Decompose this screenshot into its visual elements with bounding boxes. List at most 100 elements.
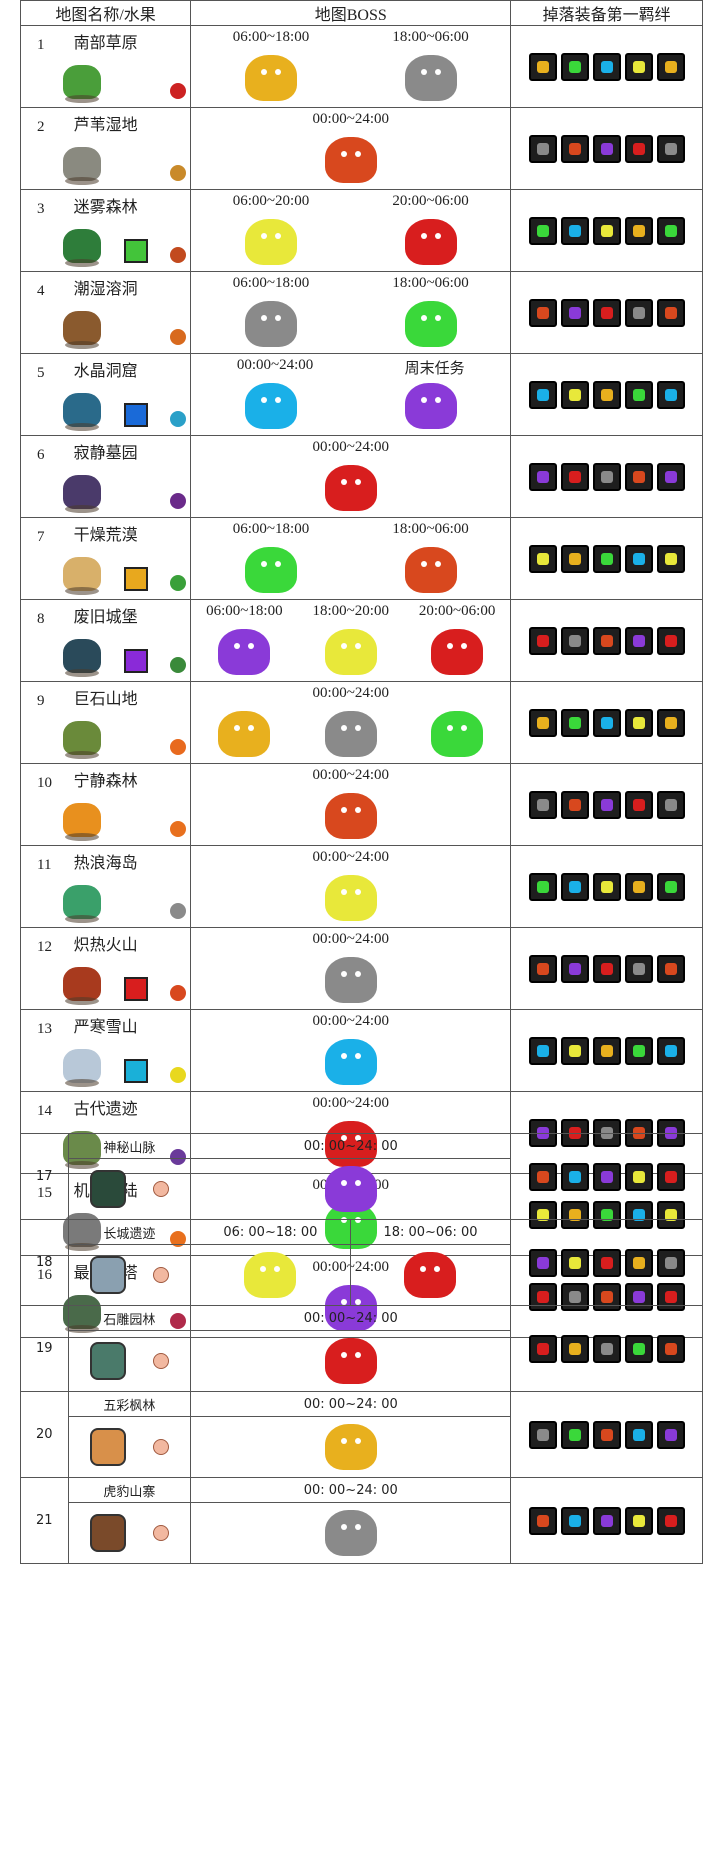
boss-sprites xyxy=(191,137,510,183)
drop-item-icon xyxy=(592,1036,621,1065)
table-row: 芦苇湿地 2 00:00~24:00 xyxy=(19,107,703,190)
table-row: 19 石雕园林 00: 00~24: 00 xyxy=(20,1305,703,1392)
gem-icon xyxy=(123,403,148,427)
map-icons: 6 xyxy=(25,447,187,513)
peach-icon xyxy=(152,1181,169,1197)
boss-sprite-icon xyxy=(404,383,457,429)
map-icons xyxy=(69,1342,191,1380)
drops-cell xyxy=(510,25,703,108)
island-icon xyxy=(63,147,101,185)
boss-sprite-icon xyxy=(218,629,271,675)
boss-sprite-icon xyxy=(404,301,457,347)
fruit-icon xyxy=(170,165,187,181)
boss-sprite-icon xyxy=(431,629,484,675)
boss-times: 00:00~24:00 xyxy=(191,767,510,784)
drop-icons xyxy=(511,790,702,819)
drops-cell xyxy=(510,599,703,682)
drop-item-icon xyxy=(528,872,557,901)
drop-item-icon xyxy=(624,1506,653,1535)
boss-times: 00:00~24:00 xyxy=(191,685,510,702)
house-icon xyxy=(89,1514,126,1552)
fruit-icon xyxy=(170,83,187,99)
table-row: 干燥荒漠 7 06:00~18:00 18:00~06:00 xyxy=(19,517,703,600)
boss-sprite-icon xyxy=(324,957,377,1003)
gem-icon xyxy=(123,567,148,591)
table-row: 巨石山地 9 00:00~24:00 xyxy=(19,681,703,764)
boss-times: 00:00~24:00 xyxy=(191,1095,510,1112)
map-name: 水晶洞窟 xyxy=(73,363,138,380)
row-number: 10 xyxy=(37,775,52,791)
drop-item-icon xyxy=(624,872,653,901)
drops-cell xyxy=(510,845,703,928)
boss-sprites xyxy=(191,219,510,265)
island-icon xyxy=(63,967,101,1005)
drop-item-icon xyxy=(560,872,589,901)
boss-times: 00:00~24:00 xyxy=(191,849,510,866)
boss-sprite-icon xyxy=(324,1166,377,1212)
boss-cell: 06:00~20:00 20:00~06:00 xyxy=(190,189,512,272)
drop-item-icon xyxy=(656,872,685,901)
drop-item-icon xyxy=(656,216,685,245)
house-icon xyxy=(89,1342,126,1380)
island-icon xyxy=(63,475,101,513)
map-icons: 8 xyxy=(25,611,187,677)
drop-item-icon xyxy=(656,544,685,573)
boss-sprites xyxy=(191,875,510,921)
table-row: 18 长城遗迹 06: 00~18: 00 18: 00~06: 00 xyxy=(20,1219,703,1306)
boss-sprites xyxy=(191,957,510,1003)
drop-item-icon xyxy=(624,708,653,737)
table-row: 17 神秘山脉 00: 00~24: 00 xyxy=(20,1133,703,1220)
boss-time: 06:00~18:00 xyxy=(206,603,283,619)
boss-cell: 06:00~18:00 18:00~06:00 xyxy=(190,517,512,600)
drop-item-icon xyxy=(592,790,621,819)
table-row: 宁静森林 10 00:00~24:00 xyxy=(19,763,703,846)
drop-item-icon xyxy=(624,544,653,573)
boss-sprite-icon xyxy=(244,1252,297,1298)
map-cell: 严寒雪山 13 xyxy=(19,1009,192,1092)
drops-cell xyxy=(510,435,703,518)
row-number: 9 xyxy=(37,693,45,709)
island-icon xyxy=(63,1049,101,1087)
boss-sprite-icon xyxy=(218,711,271,757)
table-row: 南部草原 1 06:00~18:00 18:00~06:00 xyxy=(19,25,703,108)
map-icons: 4 xyxy=(25,283,187,349)
island-icon xyxy=(63,229,101,267)
boss-cell: 00:00~24:00 xyxy=(190,845,512,928)
row-number: 1 xyxy=(37,37,45,53)
drop-icons xyxy=(511,1162,702,1191)
drops-cell xyxy=(510,353,703,436)
boss-sprite-icon xyxy=(324,1338,377,1384)
row-number: 4 xyxy=(37,283,45,299)
drop-item-icon xyxy=(656,1334,685,1363)
drop-item-icon xyxy=(592,872,621,901)
boss-cell xyxy=(190,1330,512,1392)
island-icon xyxy=(63,885,101,923)
boss-time: 00: 00~24: 00 xyxy=(190,1305,512,1331)
header-boss: 地图BOSS xyxy=(190,0,512,26)
drops-cell xyxy=(510,1133,703,1220)
drop-item-icon xyxy=(528,216,557,245)
boss-time: 00:00~24:00 xyxy=(312,1013,389,1029)
map-icons: 11 xyxy=(25,857,187,923)
boss-cell: 00:00~24:00 xyxy=(190,927,512,1010)
drop-item-icon xyxy=(624,462,653,491)
drop-item-icon xyxy=(560,1162,589,1191)
row-number: 6 xyxy=(37,447,45,463)
drop-item-icon xyxy=(624,1162,653,1191)
drop-item-icon xyxy=(656,462,685,491)
drop-item-icon xyxy=(624,298,653,327)
boss-sprite-icon xyxy=(324,465,377,511)
boss-sprite-icon xyxy=(324,793,377,839)
boss-time: 18:00~06:00 xyxy=(392,275,469,291)
map-icons xyxy=(69,1170,191,1208)
boss-time: 20:00~06:00 xyxy=(418,603,496,619)
map-icons: 10 xyxy=(25,775,187,841)
boss-times: 06:00~18:00 18:00~06:00 xyxy=(191,521,510,538)
boss-sprites xyxy=(191,629,510,675)
boss-time: 00:00~24:00 xyxy=(312,439,389,455)
boss-sprites xyxy=(191,547,510,593)
gem-icon xyxy=(123,239,148,263)
map-cell: 巨石山地 9 xyxy=(19,681,192,764)
boss-sprite-icon xyxy=(404,547,457,593)
drop-icons xyxy=(511,626,702,655)
